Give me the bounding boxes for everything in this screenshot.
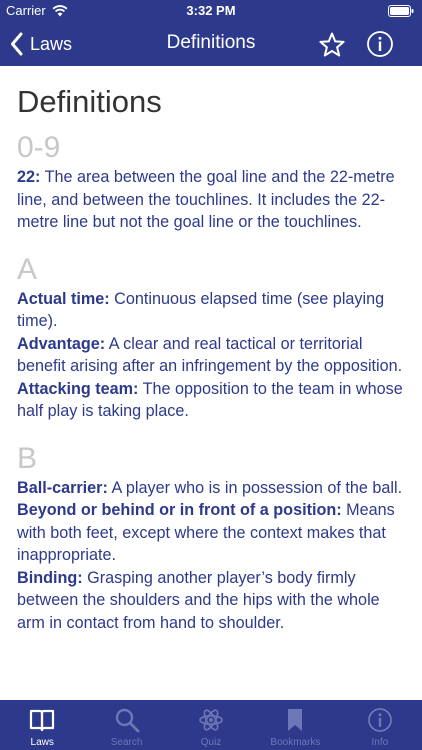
tab-bookmarks[interactable]: Bookmarks bbox=[253, 700, 337, 750]
info-icon[interactable] bbox=[366, 30, 394, 58]
definition-item: Binding: Grasping another player’s body … bbox=[17, 567, 405, 635]
definition-term: Binding: bbox=[17, 568, 83, 587]
battery-icon bbox=[388, 5, 414, 17]
search-icon bbox=[115, 708, 140, 733]
section-a: A Actual time: Continuous elapsed time (… bbox=[17, 252, 405, 423]
star-icon[interactable] bbox=[318, 31, 346, 59]
book-icon bbox=[30, 709, 55, 732]
bookmark-icon bbox=[288, 709, 303, 731]
definition-term: Actual time: bbox=[17, 289, 110, 308]
top-bar: Carrier 3:32 PM Laws Definitions bbox=[0, 0, 422, 66]
page-title: Definitions bbox=[17, 84, 162, 119]
tab-search[interactable]: Search bbox=[84, 700, 168, 750]
definition-item: Actual time: Continuous elapsed time (se… bbox=[17, 288, 405, 333]
definition-term: Ball-carrier: bbox=[17, 478, 108, 497]
tab-info[interactable]: Info bbox=[338, 700, 422, 750]
tab-laws[interactable]: Laws bbox=[0, 700, 84, 750]
nav-title: Definitions bbox=[166, 32, 256, 53]
definition-item: Advantage: A clear and real tactical or … bbox=[17, 333, 405, 378]
tab-quiz[interactable]: Quiz bbox=[169, 700, 253, 750]
tab-label: Info bbox=[371, 737, 389, 748]
definition-item: Attacking team: The opposition to the te… bbox=[17, 378, 405, 423]
tab-label: Quiz bbox=[200, 737, 222, 748]
info-icon bbox=[367, 708, 392, 732]
definition-term: Advantage: bbox=[17, 334, 106, 353]
section-heading: 0-9 bbox=[17, 131, 61, 164]
section-0-9: 0-9 22: The area between the goal line a… bbox=[17, 130, 405, 234]
definition-text: A player who is in possession of the bal… bbox=[107, 478, 403, 497]
definitions-content[interactable]: Definitions 0-9 22: The area between the… bbox=[0, 66, 422, 700]
atom-icon bbox=[199, 709, 223, 731]
definition-item: Beyond or behind or in front of a positi… bbox=[17, 499, 405, 567]
tab-label: Laws bbox=[30, 737, 54, 748]
tab-bar: Laws Search Quiz Bookmarks Info bbox=[0, 700, 422, 750]
definition-text: The area between the goal line and the 2… bbox=[17, 168, 395, 231]
section-heading: A bbox=[17, 252, 38, 286]
definition-term: Attacking team: bbox=[17, 379, 139, 398]
navigation-bar: Laws Definitions bbox=[0, 22, 422, 66]
section-b: B Ball-carrier: A player who is in posse… bbox=[17, 441, 405, 635]
definition-item: 22: The area between the goal line and t… bbox=[17, 166, 405, 234]
tab-label: Bookmarks bbox=[270, 737, 321, 748]
tab-label: Search bbox=[110, 737, 143, 748]
status-time: 3:32 PM bbox=[186, 3, 236, 18]
section-heading: B bbox=[17, 441, 38, 475]
definition-term: Beyond or behind or in front of a positi… bbox=[17, 501, 342, 519]
definition-item: Ball-carrier: A player who is in possess… bbox=[17, 477, 405, 500]
definition-term: 22: bbox=[17, 168, 41, 186]
status-bar: Carrier 3:32 PM bbox=[0, 0, 422, 22]
